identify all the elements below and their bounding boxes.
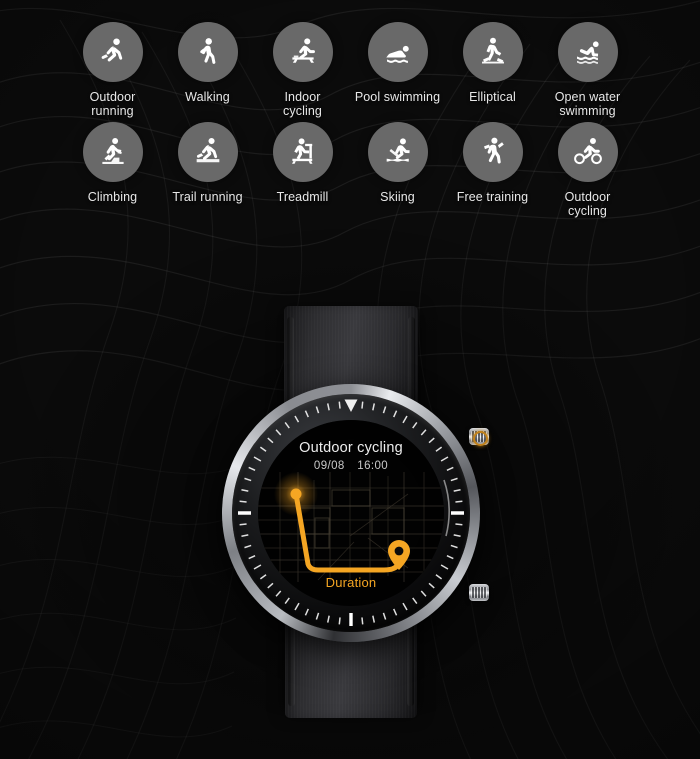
- outdoor-cycling-icon: [573, 138, 602, 165]
- trail-running-icon: [196, 137, 219, 163]
- indoor-cycling-icon: [291, 38, 315, 63]
- activity-datetime: 09/08 16:00: [258, 460, 444, 472]
- skiing-icon: [386, 138, 410, 162]
- sport-modes-row-1: Outdoor running Walking Indoor cycling P…: [0, 22, 700, 118]
- watch-case: Outdoor cycling 09/08 16:00 Duration: [222, 384, 489, 642]
- crown-button-top[interactable]: [469, 428, 489, 446]
- sport-icon-badge: [557, 22, 618, 82]
- product-marketing-page: Outdoor running Walking Indoor cycling P…: [0, 0, 700, 759]
- sport-mode-label: Climbing: [87, 190, 138, 204]
- treadmill-icon: [291, 138, 312, 164]
- sport-mode-outdoor-running[interactable]: Outdoor running: [65, 22, 160, 118]
- sport-modes-grid: Outdoor running Walking Indoor cycling P…: [0, 22, 700, 218]
- sport-mode-label: Treadmill: [276, 190, 329, 204]
- sport-mode-skiing[interactable]: Skiing: [350, 122, 445, 204]
- sport-mode-label: Open water swimming: [554, 90, 621, 118]
- sport-icon-badge: [82, 22, 143, 82]
- smartwatch: Outdoor cycling 09/08 16:00 Duration: [196, 300, 506, 720]
- activity-title: Outdoor cycling: [299, 440, 403, 456]
- sport-mode-label: Pool swimming: [354, 90, 441, 104]
- sport-mode-free-training[interactable]: Free training: [445, 122, 540, 204]
- sport-icon-badge: [557, 122, 618, 182]
- sport-mode-trail-running[interactable]: Trail running: [160, 122, 255, 204]
- watch-bezel: Outdoor cycling 09/08 16:00 Duration: [232, 394, 470, 632]
- sport-icon-badge: [272, 22, 333, 82]
- walking-icon: [199, 38, 215, 64]
- watch-screen[interactable]: Outdoor cycling 09/08 16:00 Duration: [258, 420, 444, 606]
- crown-button-bottom[interactable]: [469, 584, 489, 601]
- sport-mode-indoor-cycling[interactable]: Indoor cycling: [255, 22, 350, 118]
- sport-icon-badge: [367, 22, 428, 82]
- sport-mode-pool-swimming[interactable]: Pool swimming: [350, 22, 445, 104]
- activity-date: 09/08: [313, 460, 345, 472]
- sport-modes-row-2: Climbing Trail running Treadmill Skiing …: [0, 122, 700, 218]
- sport-icon-badge: [272, 122, 333, 182]
- sport-mode-label: Outdoor cycling: [564, 190, 611, 218]
- sport-mode-treadmill[interactable]: Treadmill: [255, 122, 350, 204]
- sport-mode-label: Free training: [456, 190, 529, 204]
- sport-mode-label: Indoor cycling: [283, 90, 322, 118]
- sport-mode-outdoor-cycling[interactable]: Outdoor cycling: [540, 122, 635, 218]
- elliptical-icon: [481, 37, 504, 64]
- sport-icon-badge: [462, 122, 523, 182]
- activity-time: 16:00: [357, 460, 389, 472]
- sport-icon-badge: [177, 22, 238, 82]
- route-start-point: [290, 488, 302, 500]
- route-end-pin: [388, 540, 410, 570]
- sport-icon-badge: [177, 122, 238, 182]
- open-water-swimming-icon: [576, 41, 599, 64]
- sport-icon-badge: [367, 122, 428, 182]
- free-training-icon: [483, 137, 504, 164]
- route-map: [258, 472, 444, 582]
- running-icon: [101, 38, 122, 62]
- pool-swimming-icon: [385, 45, 409, 63]
- sport-mode-label: Outdoor running: [89, 90, 136, 118]
- sport-icon-badge: [82, 122, 143, 182]
- sport-mode-elliptical[interactable]: Elliptical: [445, 22, 540, 104]
- climbing-icon: [101, 138, 124, 165]
- sport-mode-label: Trail running: [172, 190, 243, 204]
- sport-icon-badge: [462, 22, 523, 82]
- sport-mode-open-water-swimming[interactable]: Open water swimming: [540, 22, 635, 118]
- sport-mode-climbing[interactable]: Climbing: [65, 122, 160, 204]
- sport-mode-label: Skiing: [380, 190, 415, 204]
- sport-mode-label: Walking: [185, 90, 230, 104]
- sport-mode-walking[interactable]: Walking: [160, 22, 255, 104]
- twelve-oclock-marker: [344, 399, 358, 412]
- sport-mode-label: Elliptical: [469, 90, 516, 104]
- metric-label: Duration: [325, 575, 377, 590]
